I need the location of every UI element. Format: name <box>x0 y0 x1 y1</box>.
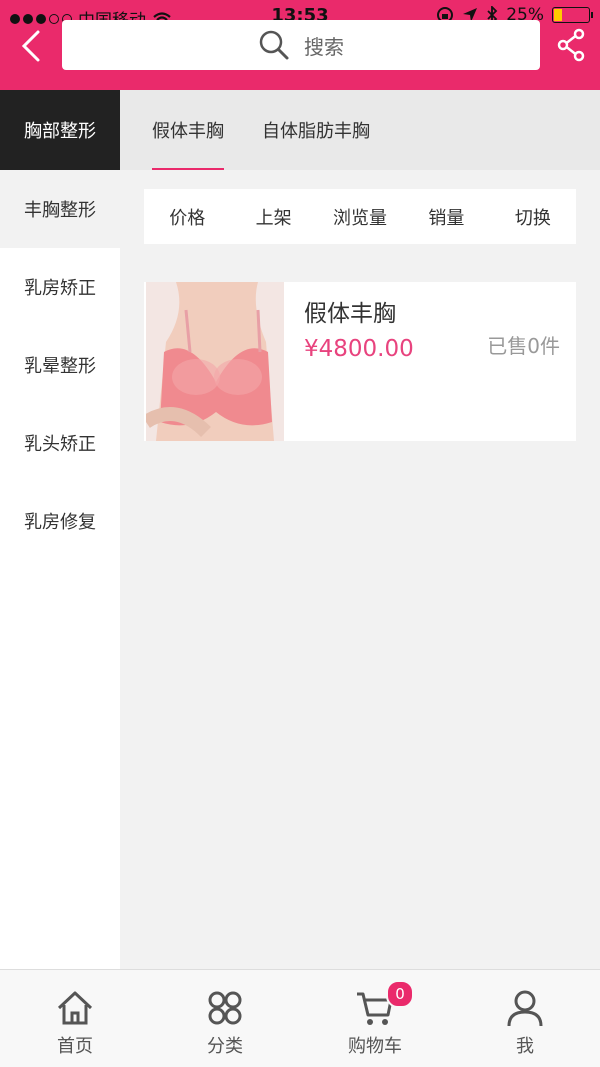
cart-count-badge: 0 <box>386 980 414 1008</box>
search-icon <box>259 30 289 60</box>
nav-home[interactable]: 首页 <box>0 970 150 1067</box>
nav-category-label: 分类 <box>207 1036 243 1057</box>
search-input[interactable]: 搜索 <box>62 20 540 70</box>
category-icon <box>208 991 242 1025</box>
nav-cart-label: 购物车 <box>348 1036 402 1057</box>
tab-fat-graft-augmentation[interactable]: 自体脂肪丰胸 <box>262 90 370 170</box>
sort-bar: 价格 上架 浏览量 销量 切换 <box>144 189 576 244</box>
share-icon[interactable] <box>556 28 586 62</box>
sidebar-item-nipple-correction[interactable]: 乳头矫正 <box>0 404 120 482</box>
nav-category[interactable]: 分类 <box>150 970 300 1067</box>
sort-sales[interactable]: 销量 <box>403 204 489 230</box>
subcategory-tabs: 假体丰胸 自体脂肪丰胸 <box>120 90 600 170</box>
search-placeholder: 搜索 <box>304 34 344 59</box>
sidebar-item-breast-augmentation[interactable]: 丰胸整形 <box>0 170 120 248</box>
tab-implant-augmentation[interactable]: 假体丰胸 <box>152 90 224 170</box>
back-icon[interactable] <box>18 28 48 64</box>
sort-views[interactable]: 浏览量 <box>317 204 403 230</box>
sort-price[interactable]: 价格 <box>144 204 230 230</box>
nav-me[interactable]: 我 <box>450 970 600 1067</box>
header-bar: 中国移动 13:53 25% <box>0 0 600 90</box>
sort-new[interactable]: 上架 <box>230 204 316 230</box>
battery-icon <box>552 7 593 23</box>
bottom-nav: 首页 分类 购物车 0 我 <box>0 969 600 1067</box>
category-sidebar: 胸部整形 丰胸整形 乳房矫正 乳晕整形 乳头矫正 乳房修复 <box>0 90 120 970</box>
sidebar-item-areola-surgery[interactable]: 乳晕整形 <box>0 326 120 404</box>
product-image <box>146 282 284 441</box>
nav-cart[interactable]: 购物车 0 <box>300 970 450 1067</box>
nav-home-label: 首页 <box>57 1036 93 1057</box>
sidebar-category-header[interactable]: 胸部整形 <box>0 90 120 170</box>
sidebar-item-breast-repair[interactable]: 乳房修复 <box>0 482 120 560</box>
product-name: 假体丰胸 <box>304 301 396 327</box>
home-icon <box>57 991 93 1025</box>
product-sold-count: 已售0件 <box>487 334 560 358</box>
product-card[interactable]: 假体丰胸 ¥4800.00 已售0件 <box>144 282 576 441</box>
toggle-view[interactable]: 切换 <box>490 204 576 230</box>
user-icon <box>507 990 543 1027</box>
product-price: ¥4800.00 <box>304 336 414 362</box>
nav-me-label: 我 <box>516 1036 534 1057</box>
sidebar-item-breast-correction[interactable]: 乳房矫正 <box>0 248 120 326</box>
